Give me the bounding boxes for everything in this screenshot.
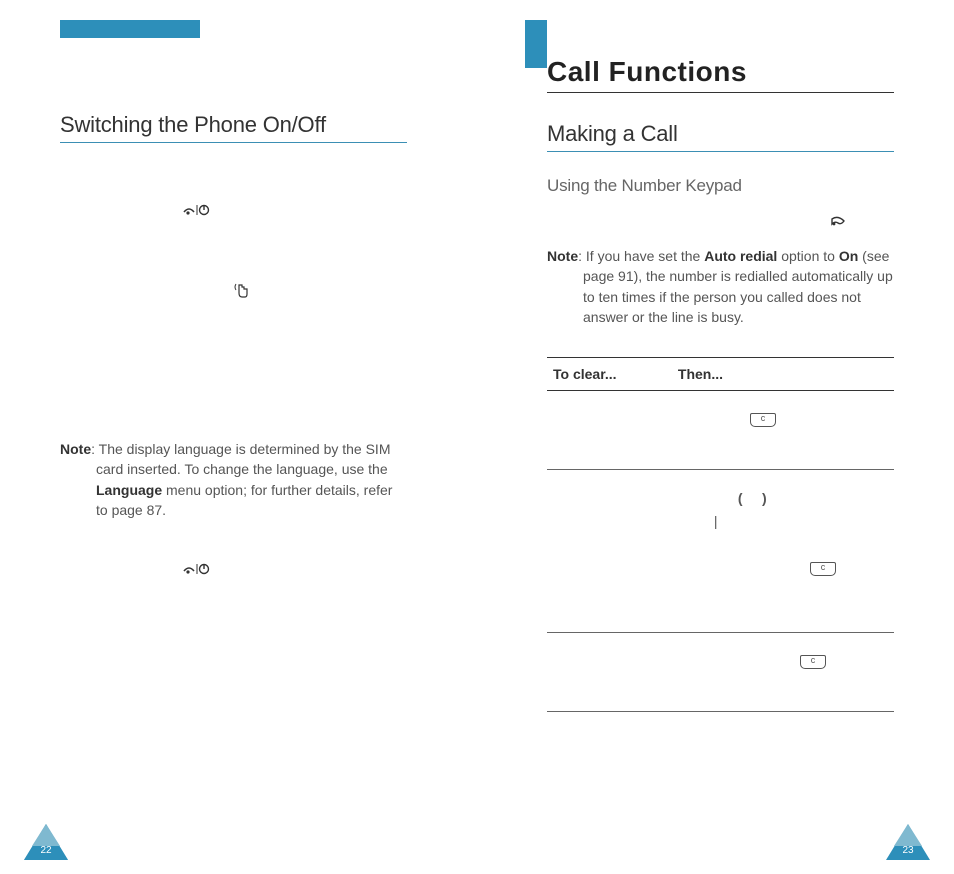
note-body-1: : The display language is determined by …	[91, 441, 390, 477]
end-power-key-icon	[60, 201, 407, 219]
note-label: Note	[60, 441, 91, 457]
section-title-switching: Switching the Phone On/Off	[60, 112, 407, 143]
note-bold-autoredial: Auto redial	[704, 248, 777, 264]
table-row	[547, 633, 894, 712]
c-key-icon	[750, 413, 776, 427]
note-bold-on: On	[839, 248, 858, 264]
end-power-key-icon-2	[60, 560, 407, 578]
left-page: Switching the Phone On/Off Note: The dis…	[0, 0, 477, 874]
note-bold-language: Language	[96, 482, 162, 498]
table-cell-ckey-3	[672, 633, 894, 712]
note-label-2: Note	[547, 248, 578, 264]
tap-icon	[60, 281, 407, 301]
subsection-title-keypad: Using the Number Keypad	[547, 176, 894, 196]
page-marker-right: 23	[886, 824, 930, 860]
chapter-accent-bar	[525, 20, 547, 68]
c-key-icon	[810, 562, 836, 576]
table-header-then: Then...	[672, 358, 894, 391]
page-number-22: 22	[24, 845, 68, 856]
table-row	[547, 391, 894, 470]
clear-table: To clear... Then... ( )	[547, 357, 894, 712]
table-cell-ckey-1	[672, 391, 894, 470]
section-title-making-call: Making a Call	[547, 121, 894, 152]
dial-icon	[547, 214, 894, 232]
top-accent-bar	[60, 20, 200, 38]
table-cell-paren: ( ) |	[672, 470, 894, 633]
note-auto-redial: Note: If you have set the Auto redial op…	[547, 246, 894, 327]
note-part2: option to	[777, 248, 839, 264]
right-page: Call Functions Making a Call Using the N…	[477, 0, 954, 874]
c-key-icon	[800, 655, 826, 669]
note-part1: : If you have set the	[578, 248, 704, 264]
note-language: Note: The display language is determined…	[60, 439, 407, 520]
table-header-toclear: To clear...	[547, 358, 672, 391]
page-number-23: 23	[886, 845, 930, 856]
chapter-title: Call Functions	[547, 20, 894, 92]
page-marker-left: 22	[24, 824, 68, 860]
chapter-rule	[547, 92, 894, 93]
table-row: ( ) |	[547, 470, 894, 633]
